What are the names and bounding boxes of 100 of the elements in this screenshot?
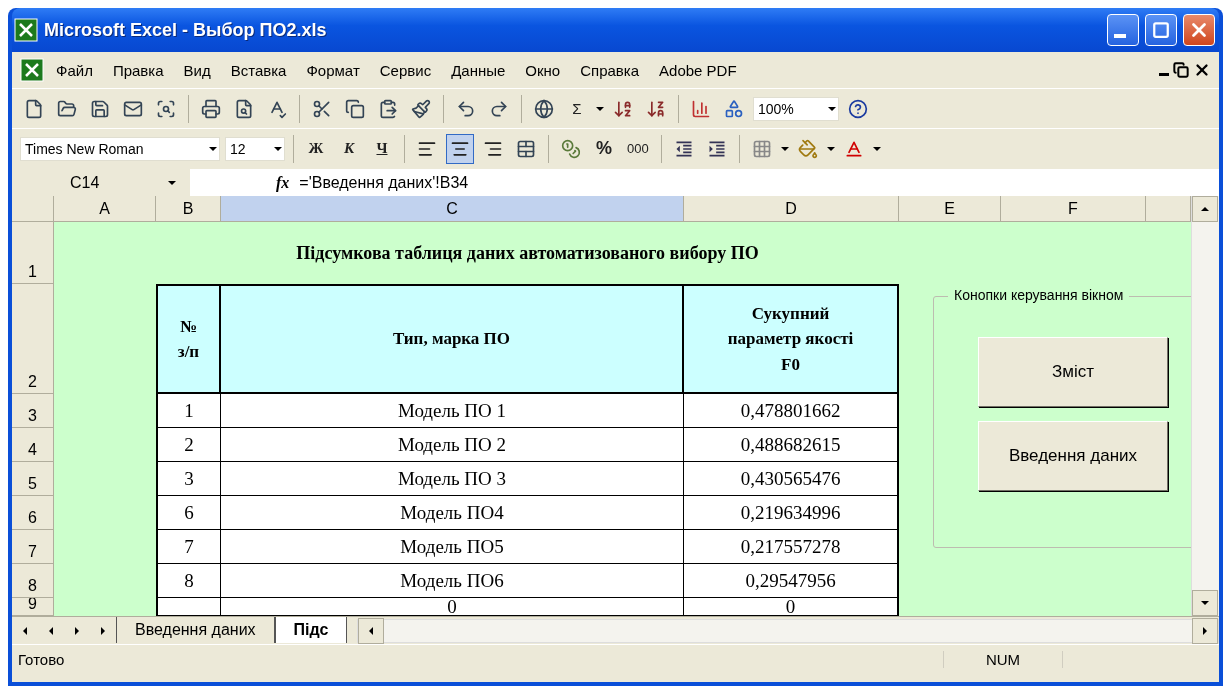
column-header[interactable]: B	[156, 196, 221, 222]
row-header[interactable]: 9	[12, 598, 54, 616]
column-header[interactable]: E	[899, 196, 1001, 222]
font-dropdown[interactable]: Times New Roman	[20, 136, 220, 161]
sheet-tab[interactable]: Введення даних	[116, 616, 275, 643]
scroll-right-button[interactable]	[1192, 617, 1218, 644]
excel-logo-icon	[14, 18, 38, 42]
print-icon	[201, 98, 221, 119]
caret-icon	[826, 146, 835, 151]
merge-cells-icon	[516, 138, 536, 159]
horizontal-scrollbar[interactable]	[357, 618, 1219, 643]
first-icon	[23, 626, 27, 635]
align-button[interactable]	[446, 133, 474, 164]
scroll-down-button[interactable]	[1192, 590, 1218, 616]
size-dropdown[interactable]: 12	[225, 136, 285, 161]
row-header[interactable]: 5	[12, 462, 54, 496]
minimize-icon[interactable]	[1159, 72, 1169, 76]
row-header[interactable]: 6	[12, 496, 54, 530]
table-cell: 6	[156, 496, 221, 530]
menu-item[interactable]: Окно	[517, 58, 569, 82]
paint-bucket-icon	[797, 138, 818, 159]
column-header[interactable]: D	[684, 196, 899, 222]
cut-icon	[312, 98, 332, 119]
research-icon	[156, 98, 176, 119]
table-cell: 0,29547956	[684, 564, 899, 598]
chart-icon	[691, 98, 711, 119]
sheet-button[interactable]: Зміст	[978, 337, 1168, 407]
formula-text[interactable]: ='Введення даних'!B34	[299, 173, 469, 192]
left-arrow-icon	[369, 626, 374, 635]
menu-item[interactable]: Файл	[48, 58, 101, 82]
table-cell: 2	[156, 428, 221, 462]
underline-button[interactable]: Ч	[368, 133, 396, 164]
coins-icon	[561, 138, 581, 159]
row-header[interactable]: 2	[12, 284, 54, 394]
name-box[interactable]: C14	[12, 169, 190, 196]
caret-icon	[828, 106, 836, 111]
minimize-button[interactable]	[1107, 14, 1139, 46]
redo-icon	[489, 98, 509, 119]
table-cell: 7	[156, 530, 221, 564]
workbook-icon	[20, 58, 44, 82]
menu-item[interactable]: Данные	[443, 58, 514, 82]
row-header[interactable]: 7	[12, 530, 54, 564]
table-cell: 0	[684, 598, 899, 616]
sheet-button[interactable]: Введення даних	[978, 421, 1168, 491]
caret-icon	[872, 146, 881, 151]
table-cell: Модель ПО 1	[221, 394, 684, 428]
caret-icon	[168, 180, 176, 185]
maximize-button[interactable]	[1145, 14, 1177, 46]
table-cell: 1	[156, 394, 221, 428]
menu-item[interactable]: Формат	[298, 58, 368, 82]
open-folder-icon	[57, 98, 77, 119]
italic-button[interactable]: К	[335, 133, 363, 164]
column-header[interactable]: F	[1001, 196, 1146, 222]
table-cell: Модель ПО6	[221, 564, 684, 598]
close-button[interactable]	[1183, 14, 1215, 46]
print-preview-icon	[234, 98, 254, 119]
menu-item[interactable]: Adobe PDF	[651, 58, 745, 82]
left-arrow-icon	[49, 626, 53, 635]
caret-icon	[209, 146, 217, 151]
function-icon[interactable]: fx	[276, 173, 290, 192]
copy-icon	[345, 98, 365, 119]
paste-icon	[378, 98, 398, 119]
table-cell: 3	[156, 462, 221, 496]
table-header-cell: Тип, марка ПО	[221, 284, 684, 394]
table-cell: 0,478801662	[684, 394, 899, 428]
restore-icon[interactable]	[1173, 62, 1189, 78]
autosum-button[interactable]: Σ	[563, 93, 591, 124]
menu-item[interactable]: Вид	[175, 58, 219, 82]
menu-item[interactable]: Справка	[572, 58, 648, 82]
table-cell: Модель ПО 2	[221, 428, 684, 462]
drawing-icon	[724, 98, 744, 119]
row-header[interactable]: 1	[12, 222, 54, 284]
percent-button[interactable]: %	[590, 133, 618, 164]
column-header[interactable]: A	[54, 196, 156, 222]
num-lock-indicator: NUM	[943, 651, 1063, 668]
menu-item[interactable]: Правка	[104, 58, 172, 82]
column-header[interactable]: C	[221, 196, 684, 222]
hyperlink-icon	[534, 98, 554, 119]
bold-button[interactable]: Ж	[302, 133, 330, 164]
last-icon	[101, 626, 105, 635]
zoom-dropdown[interactable]: 100%	[753, 96, 839, 121]
scroll-left-button[interactable]	[358, 617, 385, 644]
row-header[interactable]: 3	[12, 394, 54, 428]
menu-item[interactable]: Сервис	[371, 58, 440, 82]
right-arrow-icon	[1203, 626, 1207, 635]
table-header-cell: № з/п	[156, 284, 221, 394]
status-text: Готово	[18, 651, 65, 668]
vertical-scrollbar[interactable]	[1191, 196, 1219, 616]
borders-icon	[751, 138, 772, 159]
menu-item[interactable]: Вставка	[222, 58, 295, 82]
table-cell: Модель ПО4	[221, 496, 684, 530]
window-title: Microsoft Excel - Выбор ПО2.xls	[44, 19, 328, 41]
sheet-tab[interactable]: Підс	[274, 616, 348, 643]
close-icon[interactable]	[1193, 61, 1211, 79]
thousands-button[interactable]: 000	[623, 133, 653, 164]
row-header[interactable]: 4	[12, 428, 54, 462]
scroll-up-button[interactable]	[1192, 196, 1218, 222]
row-header[interactable]: 8	[12, 564, 54, 598]
help-icon	[848, 98, 868, 119]
up-arrow-icon	[1201, 207, 1209, 211]
